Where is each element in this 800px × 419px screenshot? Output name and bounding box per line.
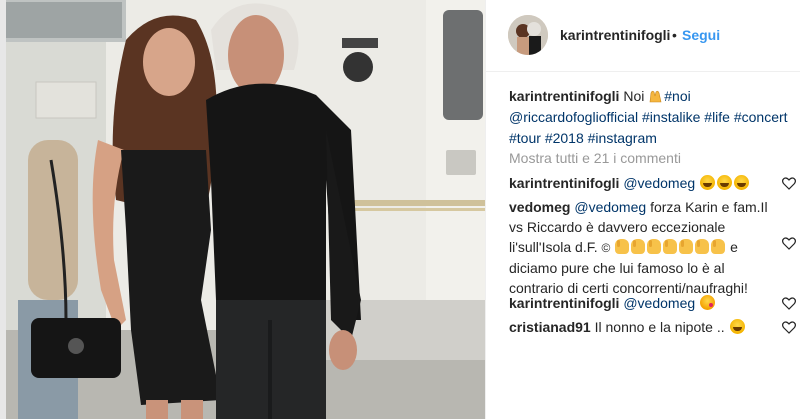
laughing-emoji	[700, 175, 716, 190]
header-separator: •	[672, 27, 677, 43]
comment-mention[interactable]: @vedomeg	[574, 199, 646, 215]
comment-username[interactable]: cristianad91	[509, 319, 591, 335]
comment-item: cristianad91 Il nonno e la nipote ..	[509, 317, 771, 337]
user-avatar[interactable]	[508, 15, 548, 55]
comment-text: Il nonno e la nipote ..	[594, 319, 725, 335]
like-comment-heart-icon[interactable]	[782, 321, 796, 334]
clapping-hands-emoji	[711, 239, 726, 254]
comment-item: karintrentinifogli @vedomeg	[509, 293, 771, 313]
hashtag-instalike[interactable]: #instalike	[642, 109, 700, 125]
comment-username[interactable]: karintrentinifogli	[509, 295, 619, 311]
hashtag-instagram[interactable]: #instagram	[588, 130, 657, 146]
like-comment-heart-icon[interactable]	[782, 177, 796, 190]
avatar-image	[508, 15, 548, 55]
hashtag-noi[interactable]: #noi	[664, 88, 690, 104]
clapping-hands-emoji	[679, 239, 694, 254]
raised-hands-emoji	[649, 90, 662, 103]
post-details-panel: karintrentinifogli • Segui karintrentini…	[485, 0, 800, 419]
post-photo[interactable]	[6, 0, 485, 419]
caption-mention[interactable]: @riccardofogliofficial	[509, 109, 638, 125]
clapping-hands-emoji	[647, 239, 662, 254]
show-all-comments-link[interactable]: Mostra tutti e 21 i commenti	[509, 150, 681, 166]
copyright-symbol: ©	[601, 241, 611, 255]
laughing-emoji	[734, 175, 750, 190]
clapping-hands-emoji	[663, 239, 678, 254]
like-comment-heart-icon[interactable]	[782, 237, 796, 250]
comment-username[interactable]: vedomeg	[509, 199, 570, 215]
header-username[interactable]: karintrentinifogli	[560, 27, 670, 43]
like-comment-heart-icon[interactable]	[782, 297, 796, 310]
follow-button[interactable]: Segui	[682, 27, 720, 43]
comment-item: vedomeg @vedomeg forza Karin e fam.Il vs…	[509, 197, 771, 298]
clapping-hands-emoji	[695, 239, 710, 254]
caption-username[interactable]: karintrentinifogli	[509, 88, 619, 104]
hashtag-2018[interactable]: #2018	[545, 130, 584, 146]
post-header: karintrentinifogli • Segui	[486, 0, 800, 72]
laughing-emoji	[717, 175, 733, 190]
post-photo-illustration	[6, 0, 485, 419]
clapping-hands-emoji	[631, 239, 646, 254]
comment-username[interactable]: karintrentinifogli	[509, 175, 619, 191]
hashtag-life[interactable]: #life	[704, 109, 730, 125]
hashtag-tour[interactable]: #tour	[509, 130, 541, 146]
comment-mention[interactable]: @vedomeg	[623, 295, 695, 311]
laughing-emoji	[729, 319, 745, 334]
comment-mention[interactable]: @vedomeg	[623, 175, 695, 191]
comment-item: karintrentinifogli @vedomeg	[509, 173, 771, 193]
caption-text: Noi	[623, 88, 645, 104]
post-caption: karintrentinifogli Noi #noi @riccardofog…	[509, 86, 794, 149]
hashtag-concert[interactable]: #concert	[734, 109, 788, 125]
clapping-hands-emoji	[615, 239, 630, 254]
kissing-emoji	[700, 295, 716, 310]
